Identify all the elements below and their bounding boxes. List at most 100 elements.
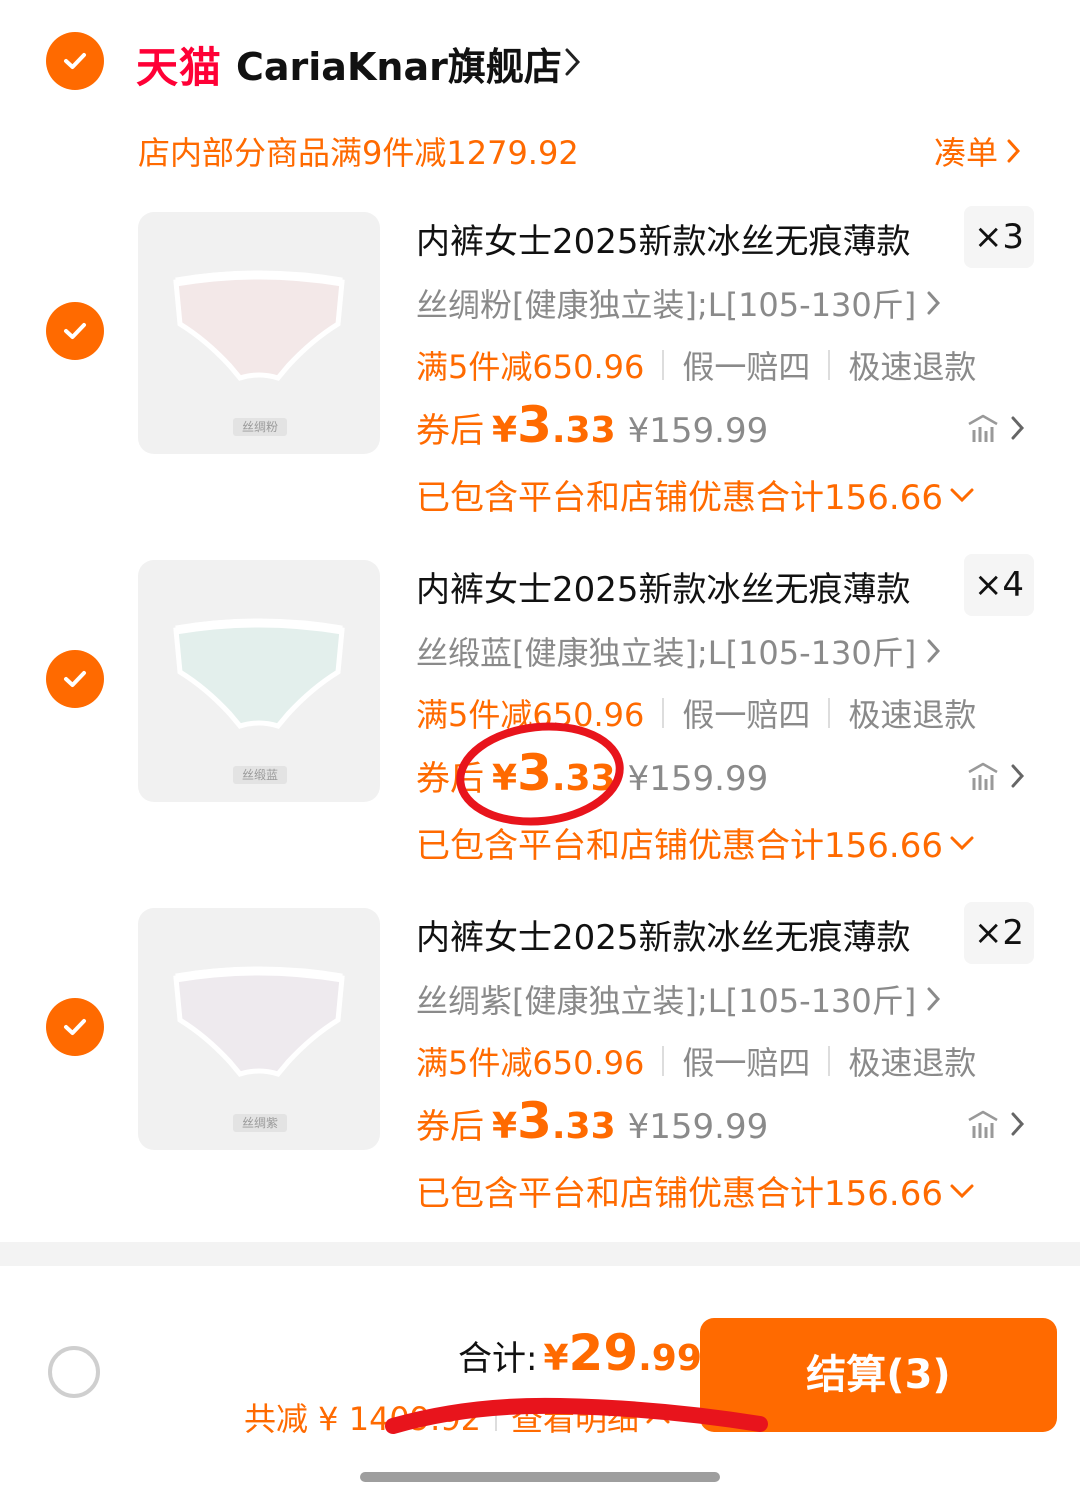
price-decimal: .33 xyxy=(551,410,616,451)
coudan-link[interactable]: 凑单 xyxy=(934,128,1022,174)
product-image[interactable]: 丝绸粉 xyxy=(138,212,380,454)
item-title[interactable]: 内裤女士2025新款冰丝无痕薄款 xyxy=(416,214,911,263)
image-color-tag: 丝绸紫 xyxy=(233,1114,287,1132)
price-label: 券后 xyxy=(416,1107,484,1147)
item-select-checkbox[interactable] xyxy=(46,998,104,1056)
original-price: ¥159.99 xyxy=(627,1107,769,1147)
total-price: 合计: ¥ 29 .99 xyxy=(458,1324,702,1382)
discount-summary-text: 已包含平台和店铺优惠合计156.66 xyxy=(416,826,943,866)
tag-divider xyxy=(662,350,665,380)
select-all-radio[interactable] xyxy=(48,1346,100,1398)
view-details-link[interactable]: 查看明细 xyxy=(511,1394,639,1440)
promo-tag: 满5件减650.96 xyxy=(416,696,645,734)
tag-divider xyxy=(662,698,665,728)
total-integer: 29 xyxy=(568,1324,639,1382)
discount-summary[interactable]: 已包含平台和店铺优惠合计156.66 xyxy=(416,1166,975,1215)
promo-tags: 满5件减650.96 假一赔四 极速退款 xyxy=(416,690,976,736)
tag-divider xyxy=(828,1046,831,1076)
item-title[interactable]: 内裤女士2025新款冰丝无痕薄款 xyxy=(416,910,911,959)
shop-promo-text: 店内部分商品满9件减1279.92 xyxy=(138,134,579,172)
checkout-button[interactable]: 结算(3) xyxy=(700,1318,1057,1432)
quantity-button[interactable]: ×3 xyxy=(964,206,1034,268)
price-integer: 3 xyxy=(517,744,552,802)
chevron-down-icon xyxy=(950,1184,974,1198)
savings-row: 共减 ¥ 1409.92 查看明细 xyxy=(244,1394,671,1440)
item-select-checkbox[interactable] xyxy=(46,302,104,360)
service-tag: 极速退款 xyxy=(848,1044,977,1082)
checkmark-icon xyxy=(64,323,86,339)
quantity-button[interactable]: ×4 xyxy=(964,554,1034,616)
price-currency: ¥ xyxy=(492,758,518,799)
tmall-logo: 天猫 xyxy=(136,43,223,92)
cart-item: 丝绸粉 内裤女士2025新款冰丝无痕薄款 ×3 丝绸粉[健康独立装];L[105… xyxy=(0,206,1080,560)
price-row: 券后 ¥ 3 .33 ¥159.99 xyxy=(416,744,1036,814)
service-tag: 假一赔四 xyxy=(682,696,811,734)
price-currency: ¥ xyxy=(492,1106,518,1147)
section-divider xyxy=(0,1242,1080,1266)
underwear-image xyxy=(173,618,345,729)
service-tag: 假一赔四 xyxy=(682,1044,811,1082)
item-title[interactable]: 内裤女士2025新款冰丝无痕薄款 xyxy=(416,562,911,611)
checkout-bar: 合计: ¥ 29 .99 共减 ¥ 1409.92 查看明细 结算(3) xyxy=(0,1266,1080,1504)
home-indicator xyxy=(360,1472,720,1482)
item-select-checkbox[interactable] xyxy=(46,650,104,708)
savings-amount: 共减 ¥ 1409.92 xyxy=(244,1400,482,1438)
price-label: 券后 xyxy=(416,411,484,451)
sku-selector[interactable]: 丝绸紫[健康独立装];L[105-130斤] xyxy=(416,976,942,1022)
tag-divider xyxy=(662,1046,665,1076)
discount-summary[interactable]: 已包含平台和店铺优惠合计156.66 xyxy=(416,818,975,867)
chevron-right-icon[interactable] xyxy=(1010,1110,1026,1138)
cart-item: 丝绸紫 内裤女士2025新款冰丝无痕薄款 ×2 丝绸紫[健康独立装];L[105… xyxy=(0,902,1080,1256)
total-label: 合计: xyxy=(458,1339,538,1379)
discount-summary-text: 已包含平台和店铺优惠合计156.66 xyxy=(416,478,943,518)
price-integer: 3 xyxy=(517,396,552,454)
price-trend-icon[interactable] xyxy=(966,1108,1000,1142)
sku-text: 丝绸紫[健康独立装];L[105-130斤] xyxy=(416,982,917,1020)
price-trend-icon[interactable] xyxy=(966,760,1000,794)
chevron-up-icon[interactable] xyxy=(645,1408,671,1426)
promo-tag: 满5件减650.96 xyxy=(416,348,645,386)
promo-tags: 满5件减650.96 假一赔四 极速退款 xyxy=(416,342,976,388)
chevron-right-icon[interactable] xyxy=(562,44,584,80)
price-currency: ¥ xyxy=(492,410,518,451)
product-image[interactable]: 丝绸紫 xyxy=(138,908,380,1150)
price-decimal: .33 xyxy=(551,1106,616,1147)
price-integer: 3 xyxy=(517,1092,552,1150)
image-color-tag: 丝绸粉 xyxy=(233,418,287,436)
sku-text: 丝缎蓝[健康独立装];L[105-130斤] xyxy=(416,634,917,672)
chevron-right-icon xyxy=(927,987,941,1011)
service-tag: 极速退款 xyxy=(848,348,977,386)
shop-select-checkbox[interactable] xyxy=(46,32,104,90)
service-tag: 假一赔四 xyxy=(682,348,811,386)
sku-selector[interactable]: 丝绸粉[健康独立装];L[105-130斤] xyxy=(416,280,942,326)
shop-header: 天猫 CariaKnar旗舰店 xyxy=(0,22,1080,102)
price-trend-icon[interactable] xyxy=(966,412,1000,446)
chevron-right-icon xyxy=(927,639,941,663)
checkmark-icon xyxy=(64,1019,86,1035)
checkmark-icon xyxy=(64,53,86,69)
price-row: 券后 ¥ 3 .33 ¥159.99 xyxy=(416,396,1036,466)
service-tag: 极速退款 xyxy=(848,696,977,734)
cart-item: 丝缎蓝 内裤女士2025新款冰丝无痕薄款 ×4 丝缎蓝[健康独立装];L[105… xyxy=(0,554,1080,908)
price-label: 券后 xyxy=(416,759,484,799)
image-color-tag: 丝缎蓝 xyxy=(233,766,287,784)
checkmark-icon xyxy=(64,671,86,687)
chevron-down-icon xyxy=(950,836,974,850)
total-decimal: .99 xyxy=(638,1338,702,1379)
original-price: ¥159.99 xyxy=(627,411,769,451)
chevron-right-icon[interactable] xyxy=(1010,762,1026,790)
price-row: 券后 ¥ 3 .33 ¥159.99 xyxy=(416,1092,1036,1162)
quantity-button[interactable]: ×2 xyxy=(964,902,1034,964)
promo-tags: 满5件减650.96 假一赔四 极速退款 xyxy=(416,1038,976,1084)
discount-summary-text: 已包含平台和店铺优惠合计156.66 xyxy=(416,1174,943,1214)
sku-selector[interactable]: 丝缎蓝[健康独立装];L[105-130斤] xyxy=(416,628,942,674)
product-image[interactable]: 丝缎蓝 xyxy=(138,560,380,802)
shop-name-link[interactable]: CariaKnar旗舰店 xyxy=(236,36,562,91)
discount-summary[interactable]: 已包含平台和店铺优惠合计156.66 xyxy=(416,470,975,519)
underwear-image xyxy=(173,966,345,1077)
chevron-right-icon[interactable] xyxy=(1010,414,1026,442)
tag-divider xyxy=(828,698,831,728)
original-price: ¥159.99 xyxy=(627,759,769,799)
total-currency: ¥ xyxy=(543,1338,569,1379)
chevron-down-icon xyxy=(950,488,974,502)
